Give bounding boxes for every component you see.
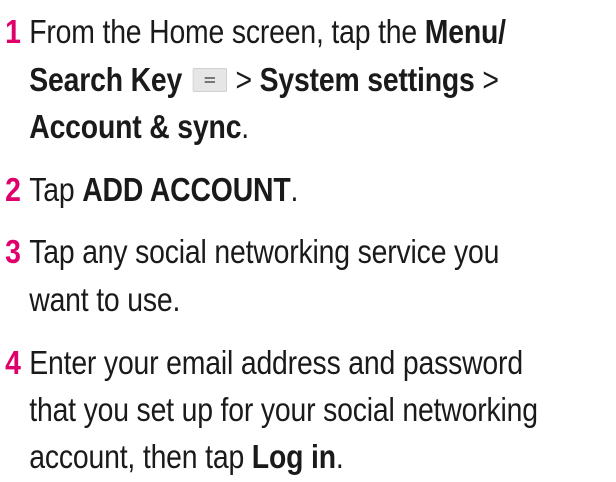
step-text: want to use. — [29, 281, 181, 318]
menu-key-label: Menu/ — [424, 13, 506, 50]
step-4-line-2: that you set up for your social networki… — [0, 386, 538, 434]
instruction-list: 1 From the Home screen, tap the Menu/ Sea… — [0, 0, 616, 482]
period: . — [335, 438, 344, 475]
step-3-line-1: 3 Tap any social networking service you — [0, 228, 499, 276]
step-4-line-1: 4 Enter your email address and password — [0, 339, 523, 387]
search-key-label: Search Key — [29, 61, 183, 98]
separator: > — [474, 61, 499, 98]
step-1-line-1: 1 From the Home screen, tap the Menu/ — [0, 8, 506, 56]
step-number: 2 — [5, 171, 21, 208]
step-text: Tap any social networking service you — [29, 233, 500, 270]
system-settings-label: System settings — [259, 61, 475, 98]
step-2-line-1: 2 Tap ADD ACCOUNT. — [0, 166, 298, 214]
step-1-line-2: Search Key > System settings > — [0, 56, 499, 104]
step-number: 3 — [5, 233, 21, 270]
period: . — [290, 171, 299, 208]
step-4-line-3: account, then tap Log in. — [0, 433, 344, 481]
menu-key-icon — [192, 68, 227, 93]
step-3-line-2: want to use. — [0, 276, 180, 324]
step-text: that you set up for your social networki… — [29, 391, 538, 428]
step-text: Enter your email address and password — [29, 344, 523, 381]
step-number: 4 — [5, 344, 21, 381]
step-text: Tap — [29, 171, 83, 208]
add-account-label: ADD ACCOUNT — [82, 171, 291, 208]
step-1-line-3: Account & sync. — [0, 103, 249, 151]
step-text: From the Home screen, tap the — [29, 13, 425, 50]
period: . — [241, 108, 250, 145]
log-in-label: Log in — [251, 438, 336, 475]
separator: > — [235, 61, 260, 98]
step-number: 1 — [5, 13, 21, 50]
account-sync-label: Account & sync — [29, 108, 242, 145]
step-text: account, then tap — [29, 438, 252, 475]
